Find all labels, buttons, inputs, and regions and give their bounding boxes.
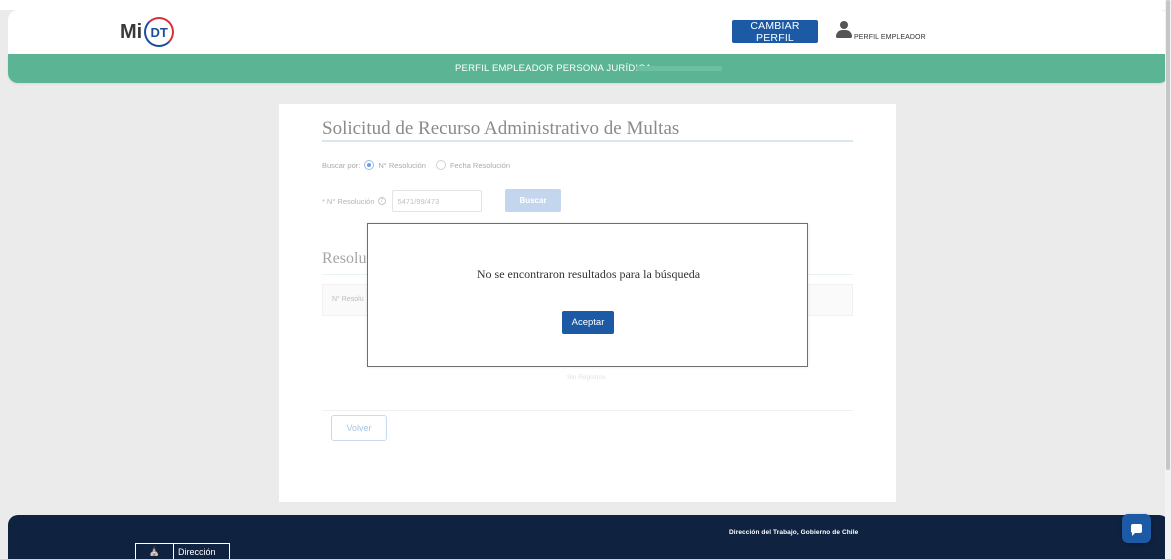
resolution-field-label: N° Resolución xyxy=(326,196,375,206)
resolution-field-row: * N° Resolución ? xyxy=(322,190,482,212)
page-title: Solicitud de Recurso Administrativo de M… xyxy=(322,118,680,139)
dialog-message: No se encontraron resultados para la bús… xyxy=(476,267,701,281)
back-button[interactable]: Volver xyxy=(331,415,387,441)
no-data-text: Sin Registros xyxy=(567,374,606,381)
mi-dt-logo[interactable]: Mi DT xyxy=(120,16,175,48)
chat-button[interactable] xyxy=(1122,514,1151,543)
change-profile-button[interactable]: CAMBIAR PERFIL xyxy=(732,20,818,44)
resolution-number-input[interactable] xyxy=(391,190,482,212)
no-results-dialog: No se encontraron resultados para la bús… xyxy=(367,223,808,367)
header: Mi DT CAMBIAR PERFIL PERFIL EMPLEADOR xyxy=(8,10,1169,54)
search-by-label: Buscar por: xyxy=(322,160,361,170)
page-top-strip xyxy=(0,0,1171,10)
footer-logo-text: Dirección xyxy=(178,546,216,557)
scrollbar[interactable] xyxy=(1165,0,1171,559)
title-divider xyxy=(322,140,853,142)
required-asterisk: * xyxy=(322,196,325,206)
results-section-title: Resolu xyxy=(322,250,367,267)
profile-bar-text: PERFIL EMPLEADOR PERSONA JURÍDICA: xyxy=(455,63,655,74)
scrollbar-thumb[interactable] xyxy=(1166,0,1170,470)
help-icon[interactable]: ? xyxy=(377,197,386,205)
radio-resolution-number[interactable] xyxy=(364,160,375,170)
footer: ⛪ Dirección Dirección del Trabajo, Gobie… xyxy=(8,515,1169,559)
table-header-resolution: N° Resolu xyxy=(332,296,364,303)
footer-logo[interactable]: ⛪ Dirección xyxy=(135,543,230,559)
profile-bar-value xyxy=(636,66,722,71)
logo-badge: DT xyxy=(144,17,175,47)
user-icon[interactable] xyxy=(836,21,852,39)
search-button[interactable]: Buscar xyxy=(505,189,561,212)
search-by-group: Buscar por: N° Resolución Fecha Resoluci… xyxy=(322,160,516,170)
radio-resolution-date[interactable] xyxy=(435,160,446,170)
profile-bar: PERFIL EMPLEADOR PERSONA JURÍDICA: xyxy=(8,54,1169,83)
radio-resolution-date-label[interactable]: Fecha Resolución xyxy=(450,161,510,170)
accept-button[interactable]: Aceptar xyxy=(562,311,614,334)
radio-resolution-number-label[interactable]: N° Resolución xyxy=(378,161,426,170)
chat-icon xyxy=(1131,524,1142,536)
user-profile-label[interactable]: PERFIL EMPLEADOR xyxy=(854,34,926,41)
bottom-divider xyxy=(322,410,853,411)
footer-credit: Dirección del Trabajo, Gobierno de Chile xyxy=(729,529,859,536)
emblem-icon: ⛪ xyxy=(136,544,174,559)
logo-text: Mi xyxy=(120,20,143,43)
